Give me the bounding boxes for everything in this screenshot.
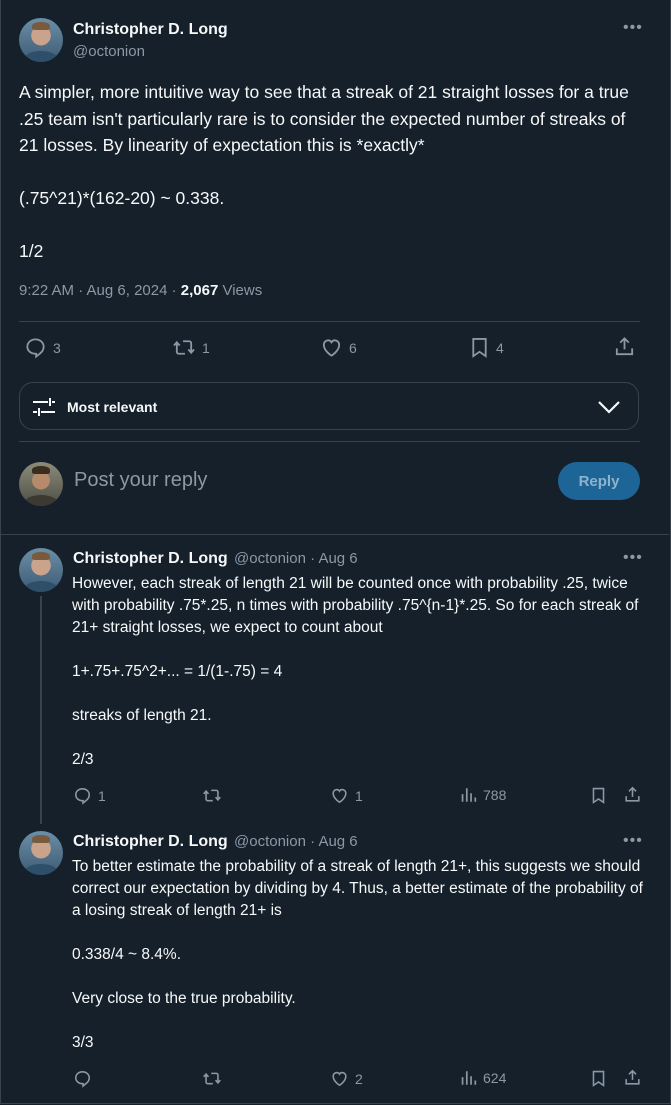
share-icon — [625, 1069, 640, 1085]
thread-line — [40, 596, 42, 824]
analytics-icon — [461, 788, 477, 802]
tweet-text: A simpler, more intuitive way to see tha… — [19, 82, 629, 261]
sort-selector[interactable]: Most relevant — [19, 382, 639, 430]
sort-label: Most relevant — [67, 399, 158, 415]
reply-meta[interactable]: @octonion · Aug 6 — [234, 833, 358, 850]
reply-text: To better estimate the probability of a … — [72, 858, 643, 1051]
bookmark-icon — [472, 338, 487, 358]
author-avatar[interactable] — [19, 18, 63, 62]
share-action[interactable] — [623, 785, 642, 804]
bookmark-action[interactable] — [590, 1069, 607, 1088]
chevron-down-icon — [598, 401, 620, 414]
reply-action[interactable]: 3 — [24, 336, 61, 359]
bookmark-count: 4 — [496, 339, 504, 356]
like-action[interactable]: 6 — [320, 336, 357, 359]
views-count: 2,067 — [180, 282, 219, 299]
reply-icon — [74, 787, 91, 805]
author-handle[interactable]: @octonion — [73, 43, 145, 60]
reply-input[interactable]: Post your reply — [74, 469, 207, 492]
like-count: 1 — [355, 787, 363, 804]
like-action[interactable]: 2 — [330, 1069, 363, 1088]
bookmark-action[interactable] — [590, 786, 607, 805]
reply-icon — [26, 338, 45, 359]
retweet-action[interactable]: 1 — [172, 336, 210, 359]
bookmark-action[interactable]: 4 — [469, 336, 504, 359]
retweet-action[interactable] — [202, 1069, 228, 1088]
like-action[interactable]: 1 — [330, 786, 363, 805]
share-icon — [615, 337, 634, 356]
divider — [1, 534, 669, 535]
retweet-icon — [203, 789, 221, 802]
reply-author-name[interactable]: Christopher D. Long — [73, 833, 228, 851]
retweet-icon — [173, 340, 195, 355]
like-count: 6 — [349, 339, 357, 356]
reply-count: 3 — [53, 339, 61, 356]
current-user-avatar[interactable] — [19, 462, 63, 506]
views-action[interactable]: 624 — [460, 1069, 506, 1087]
analytics-icon — [461, 1071, 477, 1085]
retweet-icon — [203, 1072, 221, 1085]
heart-icon — [332, 788, 347, 804]
retweet-count: 1 — [202, 339, 210, 356]
tweet-meta: 9:22 AM · Aug 6, 2024 · 2,067 Views — [19, 282, 262, 299]
tweet-timestamp[interactable]: 9:22 AM · Aug 6, 2024 · — [19, 282, 181, 299]
reply-author-name[interactable]: Christopher D. Long — [73, 550, 228, 568]
heart-icon — [332, 1071, 347, 1087]
views-count: 788 — [483, 787, 507, 803]
bookmark-icon — [592, 1070, 605, 1087]
reply-action[interactable]: 1 — [73, 786, 106, 805]
reply-avatar[interactable] — [19, 831, 63, 875]
views-label: Views — [218, 282, 263, 299]
divider — [19, 321, 640, 322]
bookmark-icon — [592, 787, 605, 804]
reply-button[interactable]: Reply — [558, 462, 640, 500]
share-action[interactable] — [613, 335, 636, 358]
author-name[interactable]: Christopher D. Long — [73, 21, 228, 39]
reply-text: However, each streak of length 21 will b… — [72, 575, 639, 768]
share-icon — [625, 786, 640, 802]
more-options-icon[interactable]: ••• — [623, 19, 643, 37]
heart-icon — [322, 339, 341, 357]
share-action[interactable] — [623, 1068, 642, 1087]
reply-meta[interactable]: @octonion · Aug 6 — [234, 550, 358, 567]
reply-count: 1 — [98, 787, 106, 804]
more-options-icon[interactable]: ••• — [623, 549, 643, 567]
retweet-action[interactable] — [202, 786, 228, 805]
like-count: 2 — [355, 1070, 363, 1087]
divider — [19, 441, 640, 442]
reply-icon — [74, 1070, 91, 1088]
reply-action[interactable] — [73, 1069, 98, 1088]
views-count: 624 — [483, 1070, 507, 1086]
views-action[interactable]: 788 — [460, 786, 506, 804]
sliders-icon — [33, 398, 55, 416]
reply-avatar[interactable] — [19, 548, 63, 592]
more-options-icon[interactable]: ••• — [623, 832, 643, 850]
